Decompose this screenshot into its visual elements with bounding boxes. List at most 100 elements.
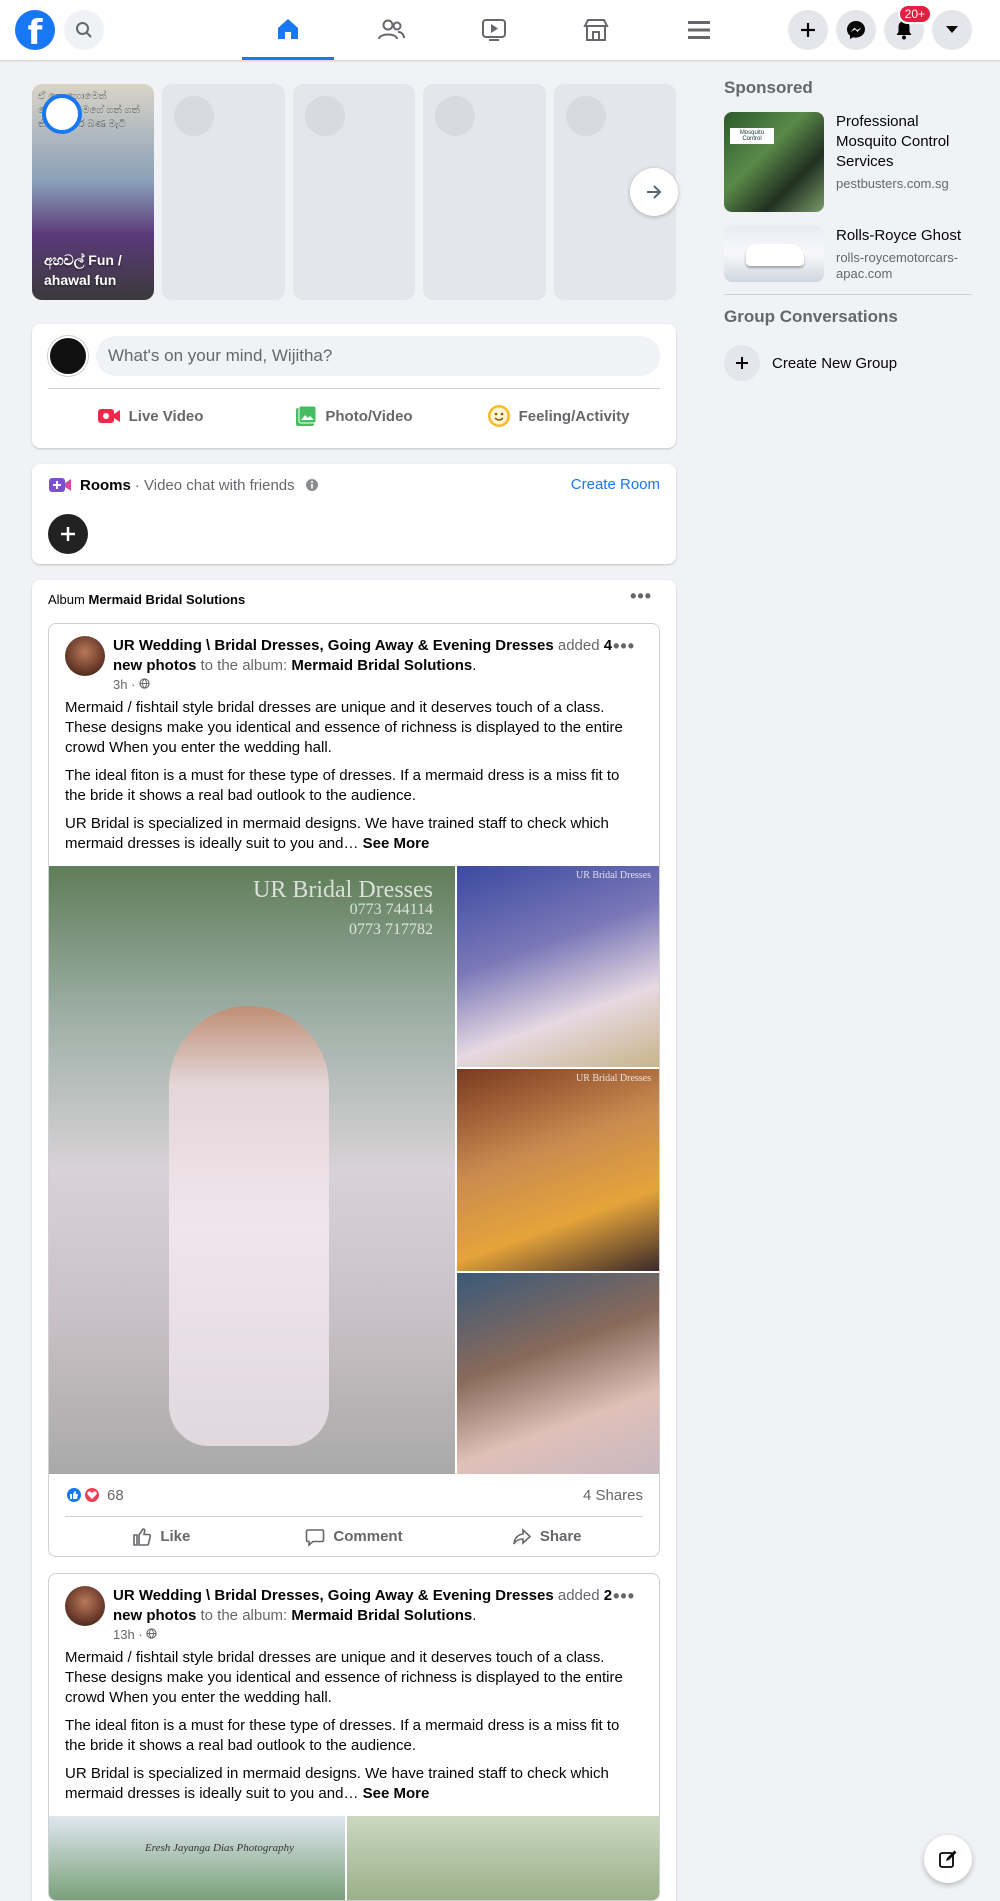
tab-watch[interactable] [448,0,540,60]
photo-video-button[interactable]: Photo/Video [252,396,456,436]
post-timestamp[interactable]: 3h [113,677,127,692]
see-more-link[interactable]: See More [363,835,430,852]
album-link[interactable]: Mermaid Bridal Solutions [291,657,472,674]
rooms-card: Rooms · Video chat with friends Create R… [32,464,676,564]
sponsored-ad[interactable]: Mosquito Control Professional Mosquito C… [724,112,972,212]
ad-url: rolls-roycemotorcars-apac.com [836,250,959,281]
photo-watermark-small: UR Bridal Dresses [576,870,651,881]
smiley-icon [487,405,510,427]
bridal-photo[interactable] [347,1816,659,1900]
bridal-photo[interactable] [457,1272,659,1474]
create-room-link[interactable]: Create Room [571,476,660,493]
news-feed: ඒ කොහොමෙත් කොකටත් මගේ ගත් ගත් තීය වස්තර … [32,84,678,1901]
ad-thumbnail [724,226,824,282]
shares-count[interactable]: 4 Shares [583,1487,643,1504]
search-button[interactable] [64,10,104,50]
bridal-photo[interactable]: UR Bridal Dresses [457,1069,659,1271]
marketplace-icon [583,19,609,41]
album-more-options-icon[interactable]: ••• [630,586,652,607]
post-paragraph: UR Bridal is specialized in mermaid desi… [65,1765,609,1802]
story-author-name: අහවල් Fun / ahawal fun [44,252,122,288]
create-new-group-button[interactable]: Create New Group [724,345,972,381]
see-more-link[interactable]: See More [363,1785,430,1802]
watch-icon [482,19,506,41]
rooms-video-icon [49,478,71,492]
feeling-activity-button[interactable]: Feeling/Activity [456,396,660,436]
story-card[interactable]: ඒ කොහොමෙත් කොකටත් මගේ ගත් ගත් තීය වස්තර … [32,84,155,300]
story-placeholder [162,84,285,300]
live-video-label: Live Video [128,407,204,425]
create-room-avatar[interactable] [48,514,88,554]
hamburger-menu-icon [688,21,710,39]
tab-friends[interactable] [345,0,437,60]
comment-icon [306,1528,325,1547]
right-sidebar: Sponsored Mosquito Control Professional … [724,78,972,381]
bridal-photo[interactable]: UR Bridal Dresses [457,866,659,1068]
stories-next-button[interactable] [630,168,678,216]
live-video-button[interactable]: Live Video [48,396,252,436]
story-avatar [42,94,82,134]
tab-marketplace[interactable] [550,0,642,60]
feeling-activity-label: Feeling/Activity [518,407,630,425]
user-avatar[interactable] [48,336,88,376]
friends-icon [378,19,405,40]
page-name-link[interactable]: UR Wedding \ Bridal Dresses, Going Away … [113,1587,554,1604]
composer-input[interactable]: What's on your mind, Wijitha? [96,336,660,376]
story-placeholder [292,84,416,300]
post-text: Mermaid / fishtail style bridal dresses … [49,694,659,866]
messenger-button[interactable] [836,10,876,50]
post-paragraph: Mermaid / fishtail style bridal dresses … [65,699,623,756]
thumbs-up-icon [133,1527,152,1546]
photo-grid: Eresh Jayanga Dias Photography [49,1816,659,1900]
photo-grid: UR Bridal Dresses 0773 744114 0773 71778… [49,866,659,1474]
post-timestamp[interactable]: 13h [113,1627,135,1642]
love-reaction-icon [83,1486,101,1504]
notifications-button[interactable]: 20+ [884,4,932,50]
notifications-badge: 20+ [897,4,932,24]
account-menu-button[interactable] [932,10,972,50]
top-navigation-bar: f 20+ [0,0,1000,60]
page-name-link[interactable]: UR Wedding \ Bridal Dresses, Going Away … [113,637,554,654]
post-action-bar: Like Comment Share [65,1516,643,1556]
create-button[interactable] [788,10,828,50]
album-link[interactable]: Mermaid Bridal Solutions [291,1607,472,1624]
album-header: Album Mermaid Bridal Solutions [48,592,660,607]
messenger-icon [847,21,865,39]
ad-title: Professional Mosquito Control Services [836,113,950,170]
post-paragraph: UR Bridal is specialized in mermaid desi… [65,815,609,852]
facebook-logo-icon[interactable]: f [15,10,55,50]
new-message-button[interactable] [924,1835,972,1883]
photo-icon [296,405,317,426]
ad-title: Rolls-Royce Ghost [836,227,962,244]
share-button[interactable]: Share [450,1517,643,1556]
tab-menu[interactable] [653,0,745,60]
compose-edit-icon [939,1850,957,1868]
album-name-link[interactable]: Mermaid Bridal Solutions [88,592,245,607]
tab-home[interactable] [242,0,334,60]
like-button[interactable]: Like [65,1517,258,1556]
page-avatar[interactable] [65,1586,105,1626]
album-post: UR Wedding \ Bridal Dresses, Going Away … [48,623,660,1557]
share-arrow-icon [513,1527,532,1545]
album-post: UR Wedding \ Bridal Dresses, Going Away … [48,1573,660,1901]
plus-icon [801,23,815,37]
album-card: Album Mermaid Bridal Solutions ••• UR We… [32,580,676,1901]
bridal-photo-main[interactable]: UR Bridal Dresses 0773 744114 0773 71778… [49,866,455,1474]
bridal-photo[interactable]: Eresh Jayanga Dias Photography [49,1816,345,1900]
page-avatar[interactable] [65,636,105,676]
reaction-count[interactable]: 68 [65,1486,124,1504]
comment-button[interactable]: Comment [258,1517,451,1556]
sponsored-heading: Sponsored [724,78,813,97]
ad-thumbnail-label: Mosquito Control [730,128,774,144]
post-action-text: added [557,1587,600,1604]
photo-watermark: UR Bridal Dresses 0773 744114 0773 71778… [253,877,433,938]
car-image [746,244,804,266]
post-more-options-icon[interactable]: ••• [613,1586,635,1606]
post-more-options-icon[interactable]: ••• [613,636,635,656]
info-icon[interactable] [305,478,319,492]
post-to-text: to the album: [200,1607,288,1624]
sponsored-ad[interactable]: Rolls-Royce Ghost rolls-roycemotorcars-a… [724,226,972,282]
story-placeholder-avatar [435,96,476,136]
ad-thumbnail: Mosquito Control [724,112,824,212]
globe-icon [139,678,150,689]
